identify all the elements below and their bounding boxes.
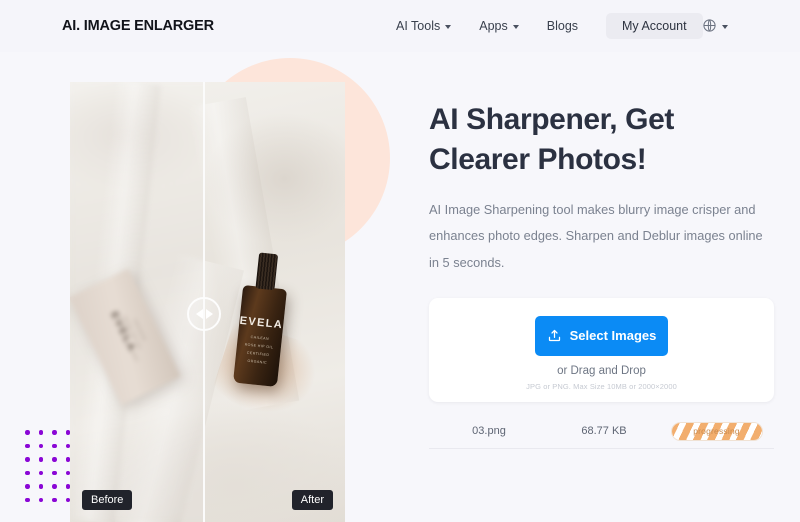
globe-icon (703, 19, 716, 32)
file-status-cell: progressing (659, 421, 774, 441)
bottle-cap (255, 252, 279, 291)
chevron-down-icon (722, 24, 728, 29)
chevron-down-icon (445, 25, 452, 29)
chevron-down-icon (512, 25, 519, 29)
file-name: 03.png (472, 425, 506, 438)
select-images-button[interactable]: Select Images (535, 315, 668, 356)
before-photo: EVELA CHILEAN ROSE HIP OIL CERTIFIED ORGAN… (70, 82, 203, 522)
upload-icon (548, 330, 560, 342)
progress-badge: progressing (670, 421, 763, 441)
bottle-brand-label: EVELA (239, 314, 284, 332)
bottle-sub-label: CHILEAN ROSE HIP OIL CERTIFIED ORGANIC (244, 335, 274, 365)
product-sub-label: CHILEANROSE HIP OILCERTIFIED ORGANIC (110, 310, 148, 364)
nav-item-apps[interactable]: Apps (465, 13, 533, 39)
nav-item-label: Apps (479, 19, 508, 33)
select-images-label: Select Images (569, 328, 657, 344)
upload-constraints-text: JPG or PNG. Max Size 10MB or 2000×2000 (526, 381, 677, 391)
progress-status-label: progressing (693, 426, 740, 437)
after-badge: After (291, 490, 333, 510)
site-logo[interactable]: AI. IMAGE ENLARGER (62, 18, 214, 34)
nav-item-ai-tools[interactable]: AI Tools (382, 13, 465, 39)
language-selector[interactable] (702, 18, 728, 33)
site-header: AI. IMAGE ENLARGER AI Tools Apps Blogs P… (0, 0, 800, 52)
before-after-comparison[interactable]: EVELA CHILEAN ROSE HIP OIL CERTIFIED ORGAN… (70, 82, 345, 522)
nav-item-label: Blogs (546, 19, 579, 33)
file-size: 68.77 KB (581, 425, 627, 438)
arrow-left-icon (195, 309, 203, 319)
before-badge: Before (82, 490, 133, 510)
hero-content: AI Sharpener, Get Clearer Photos! AI Ima… (429, 100, 774, 449)
compare-slider-handle[interactable] (187, 297, 221, 331)
nav-item-label: AI Tools (396, 19, 441, 33)
arrow-right-icon (205, 309, 213, 319)
page-title: AI Sharpener, Get Clearer Photos! (429, 103, 674, 176)
uploaded-file-row: 03.png 68.77 KB progressing (429, 415, 774, 449)
hero-visual: EVELA CHILEAN ROSE HIP OIL CERTIFIED ORGAN… (0, 52, 400, 522)
page-description: AI Image Sharpening tool makes blurry im… (429, 202, 763, 270)
upload-dropzone[interactable]: Select Images or Drag and Drop JPG or PN… (429, 297, 774, 402)
drag-drop-text: or Drag and Drop (557, 364, 646, 377)
my-account-button[interactable]: My Account (606, 13, 703, 39)
nav-item-blogs[interactable]: Blogs (533, 13, 592, 39)
